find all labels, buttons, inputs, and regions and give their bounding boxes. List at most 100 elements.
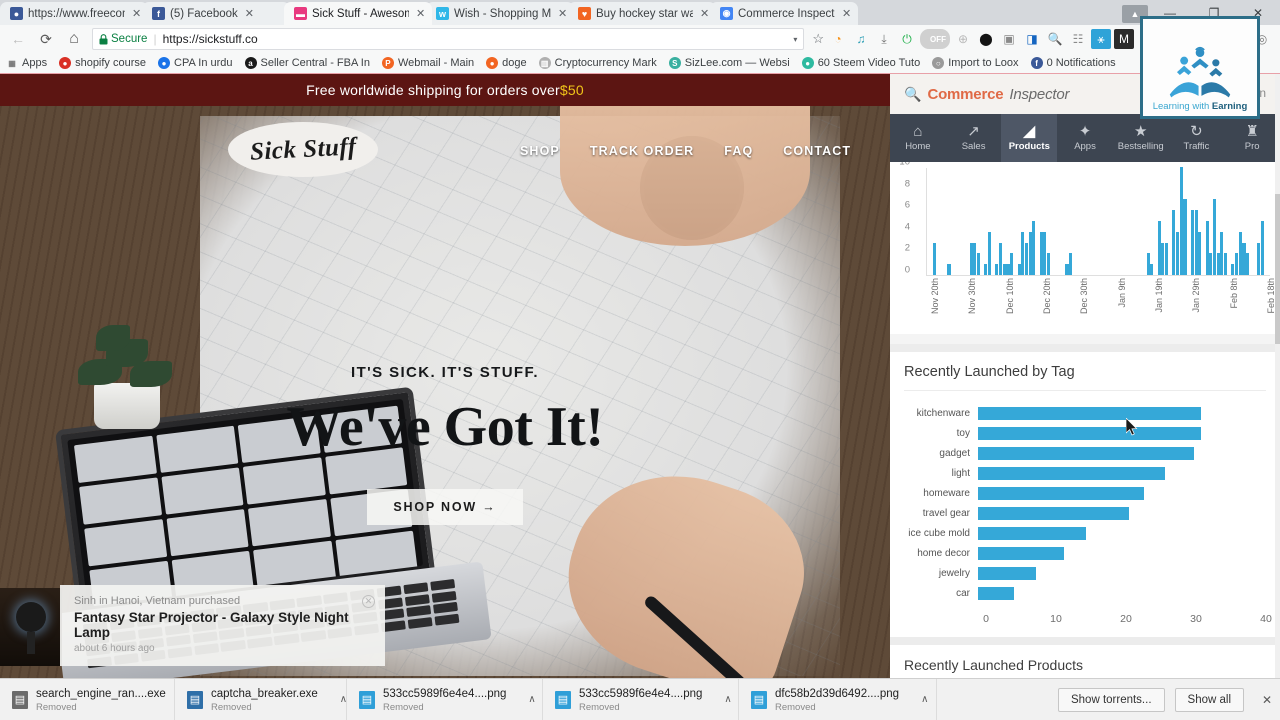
calendar-extension-icon[interactable]: ☷ <box>1068 29 1088 49</box>
close-tab-icon[interactable]: ✕ <box>558 7 568 20</box>
y-tick-label: 6 <box>904 199 910 211</box>
bookmark-item[interactable]: ● 60 Steem Video Tuto <box>796 57 927 69</box>
timeline-bar <box>1190 210 1194 275</box>
bookmark-item[interactable]: S SizLee.com — Websi <box>663 57 796 69</box>
address-bar[interactable]: Secure | https://sickstuff.co ▾ <box>92 28 805 50</box>
menu-item-track-order[interactable]: TRACK ORDER <box>590 144 694 158</box>
show-all-button[interactable]: Show all <box>1174 687 1244 712</box>
menu-item-faq[interactable]: FAQ <box>724 144 753 158</box>
close-tab-icon[interactable]: ✕ <box>132 7 142 20</box>
tag-extension-icon[interactable]: ▣ <box>999 29 1019 49</box>
browser-tab[interactable]: ▬ Sick Stuff - Awesome Gif ✕ <box>284 2 432 25</box>
timeline-bar <box>932 242 936 275</box>
timeline-bar <box>1209 253 1213 275</box>
close-tab-icon[interactable]: ✕ <box>700 7 710 20</box>
menu-item-contact[interactable]: CONTACT <box>783 144 851 158</box>
bookmark-item[interactable]: ● doge <box>480 57 532 69</box>
power-extension-icon[interactable]: ⏻ <box>897 29 917 49</box>
m-extension-icon[interactable]: M <box>1114 29 1134 49</box>
timeline-bar <box>1194 210 1198 275</box>
bookmark-item[interactable]: ○ Import to Loox <box>926 57 1024 69</box>
hero-title: We've Got It! <box>286 396 604 458</box>
navigation-toolbar: ← ⟳ ⌂ Secure | https://sickstuff.co ▾ ☆ … <box>0 25 1280 53</box>
close-tab-icon[interactable]: ✕ <box>842 7 852 20</box>
extension-tab-sales[interactable]: ↗ Sales <box>946 114 1002 162</box>
browser-tab[interactable]: w Wish - Shopping Made E ✕ <box>426 2 574 25</box>
tag-chart-rows: kitchenware toy gadget light homeware travel … <box>890 391 1280 607</box>
watermark-caption-second: Earning <box>1211 101 1248 112</box>
shop-now-button[interactable]: SHOP NOW → <box>367 489 523 525</box>
bookmark-item[interactable]: ● CPA In urdu <box>152 57 239 69</box>
bookmarks-bar: ▦ Apps ● shopify course ● CPA In urdu a Seller … <box>0 53 1280 74</box>
extension-tab-traffic[interactable]: ↻ Traffic <box>1169 114 1225 162</box>
timeline-bar <box>1043 231 1047 275</box>
timeline-bar <box>969 242 973 275</box>
timeline-bar <box>1238 231 1242 275</box>
extension-tab-home[interactable]: ⌂ Home <box>890 114 946 162</box>
download-hand-extension-icon[interactable]: ⤓ <box>874 29 894 49</box>
extension-tab-products[interactable]: ◢ Products <box>1001 114 1058 162</box>
download-item[interactable]: ▤ captcha_breaker.exe Removed ∧ <box>175 678 347 720</box>
tag-bar <box>978 426 1202 440</box>
blue-square-extension-icon[interactable]: ◨ <box>1022 29 1042 49</box>
browser-tab[interactable]: ◉ Commerce Inspector - C ✕ <box>710 2 858 25</box>
site-main-menu: SHOP TRACK ORDER FAQ CONTACT <box>520 144 851 158</box>
bookmark-item[interactable]: ▦ Apps <box>0 57 53 69</box>
pacman-extension-icon[interactable]: ◔ <box>828 29 848 49</box>
chevron-up-icon[interactable]: ∧ <box>528 694 535 705</box>
bookmark-item[interactable]: f0 Notifications <box>1025 57 1122 69</box>
timeline-chart-y-axis: 0 2 4 6 8 10 <box>890 162 914 276</box>
reload-icon[interactable]: ⟳ <box>32 26 60 52</box>
extension-tab-apps[interactable]: ✦ Apps <box>1057 114 1113 162</box>
tag-bar-row: jewelry <box>890 565 1266 581</box>
close-icon[interactable]: ✕ <box>362 595 375 608</box>
home-icon[interactable]: ⌂ <box>60 26 88 52</box>
browser-tab[interactable]: ● https://www.freeconfere ✕ <box>0 2 148 25</box>
chevron-up-icon[interactable]: ∧ <box>724 694 731 705</box>
timeline-bar <box>995 264 999 275</box>
tag-bar <box>978 566 1036 580</box>
y-tick-label: 10 <box>899 162 910 168</box>
download-item[interactable]: ▤ dfc58b2d39d6492....png Removed ∧ <box>739 678 937 720</box>
chevron-up-icon[interactable]: ∧ <box>340 694 347 705</box>
timeline-chart-bars <box>929 167 1268 275</box>
show-torrents-button[interactable]: Show torrents... <box>1057 687 1165 712</box>
site-logo[interactable]: Sick Stuff <box>228 122 378 177</box>
timeline-bar <box>1176 231 1180 275</box>
tag-chart-title: Recently Launched by Tag <box>904 364 1075 380</box>
close-tab-icon[interactable]: ✕ <box>416 7 426 20</box>
purchase-notification[interactable]: ✕ Sinh in Hanoi, Vietnam purchased Fanta… <box>60 585 385 666</box>
download-item[interactable]: ▤ 533cc5989f6e4e4....png Removed ∧ <box>543 678 739 720</box>
x-tick-label: Jan 19th <box>1154 278 1165 313</box>
chevron-up-icon[interactable]: ∧ <box>921 694 928 705</box>
bookmark-star-icon[interactable]: ☆ <box>808 31 828 47</box>
panel-scrollbar[interactable] <box>1275 74 1280 678</box>
bookmark-item[interactable]: ● shopify course <box>53 57 152 69</box>
browser-tab[interactable]: f (5) Facebook ✕ <box>142 2 290 25</box>
tag-bar-row: home decor <box>890 545 1266 561</box>
notification-timestamp: about 6 hours ago <box>74 643 155 654</box>
bookmark-item[interactable]: ▥ Cryptocurrency Mark <box>533 57 663 69</box>
bookmark-item[interactable]: a Seller Central - FBA In <box>239 57 376 69</box>
close-shelf-icon[interactable]: ✕ <box>1254 693 1280 707</box>
browser-tab[interactable]: ♥ Buy hockey star wars de ✕ <box>568 2 716 25</box>
person-extension-icon[interactable]: ⚹ <box>1091 29 1111 49</box>
download-item[interactable]: ▤ 533cc5989f6e4e4....png Removed ∧ <box>347 678 543 720</box>
extension-tab-pro[interactable]: ♜ Pro <box>1224 114 1280 162</box>
bookmark-item[interactable]: P Webmail - Main <box>376 57 480 69</box>
chevron-down-icon[interactable]: ▾ <box>793 35 797 44</box>
back-icon[interactable]: ← <box>4 26 32 52</box>
download-filename: search_engine_ran....exe <box>36 688 166 700</box>
extension-body[interactable]: 0 2 4 6 8 10 Nov 20th Nov 30th Dec 10th Dec 20th… <box>890 162 1280 678</box>
toggle-off-extension-icon[interactable]: OFF <box>920 29 950 49</box>
menu-item-shop[interactable]: SHOP <box>520 144 560 158</box>
mask-extension-icon[interactable]: ⬤ <box>976 29 996 49</box>
timeline-bar <box>1032 221 1036 275</box>
headphones-extension-icon[interactable]: ♫ <box>851 29 871 49</box>
search-extension-icon[interactable]: 🔍 <box>1045 29 1065 49</box>
extension-tab-bestselling[interactable]: ★ Bestselling <box>1113 114 1169 162</box>
download-item[interactable]: ▤search_engine_ran....exeRemoved∧ <box>0 678 195 720</box>
close-tab-icon[interactable]: ✕ <box>245 7 255 20</box>
globe-extension-icon[interactable]: ⊕ <box>953 29 973 49</box>
timeline-bar <box>1024 242 1028 275</box>
